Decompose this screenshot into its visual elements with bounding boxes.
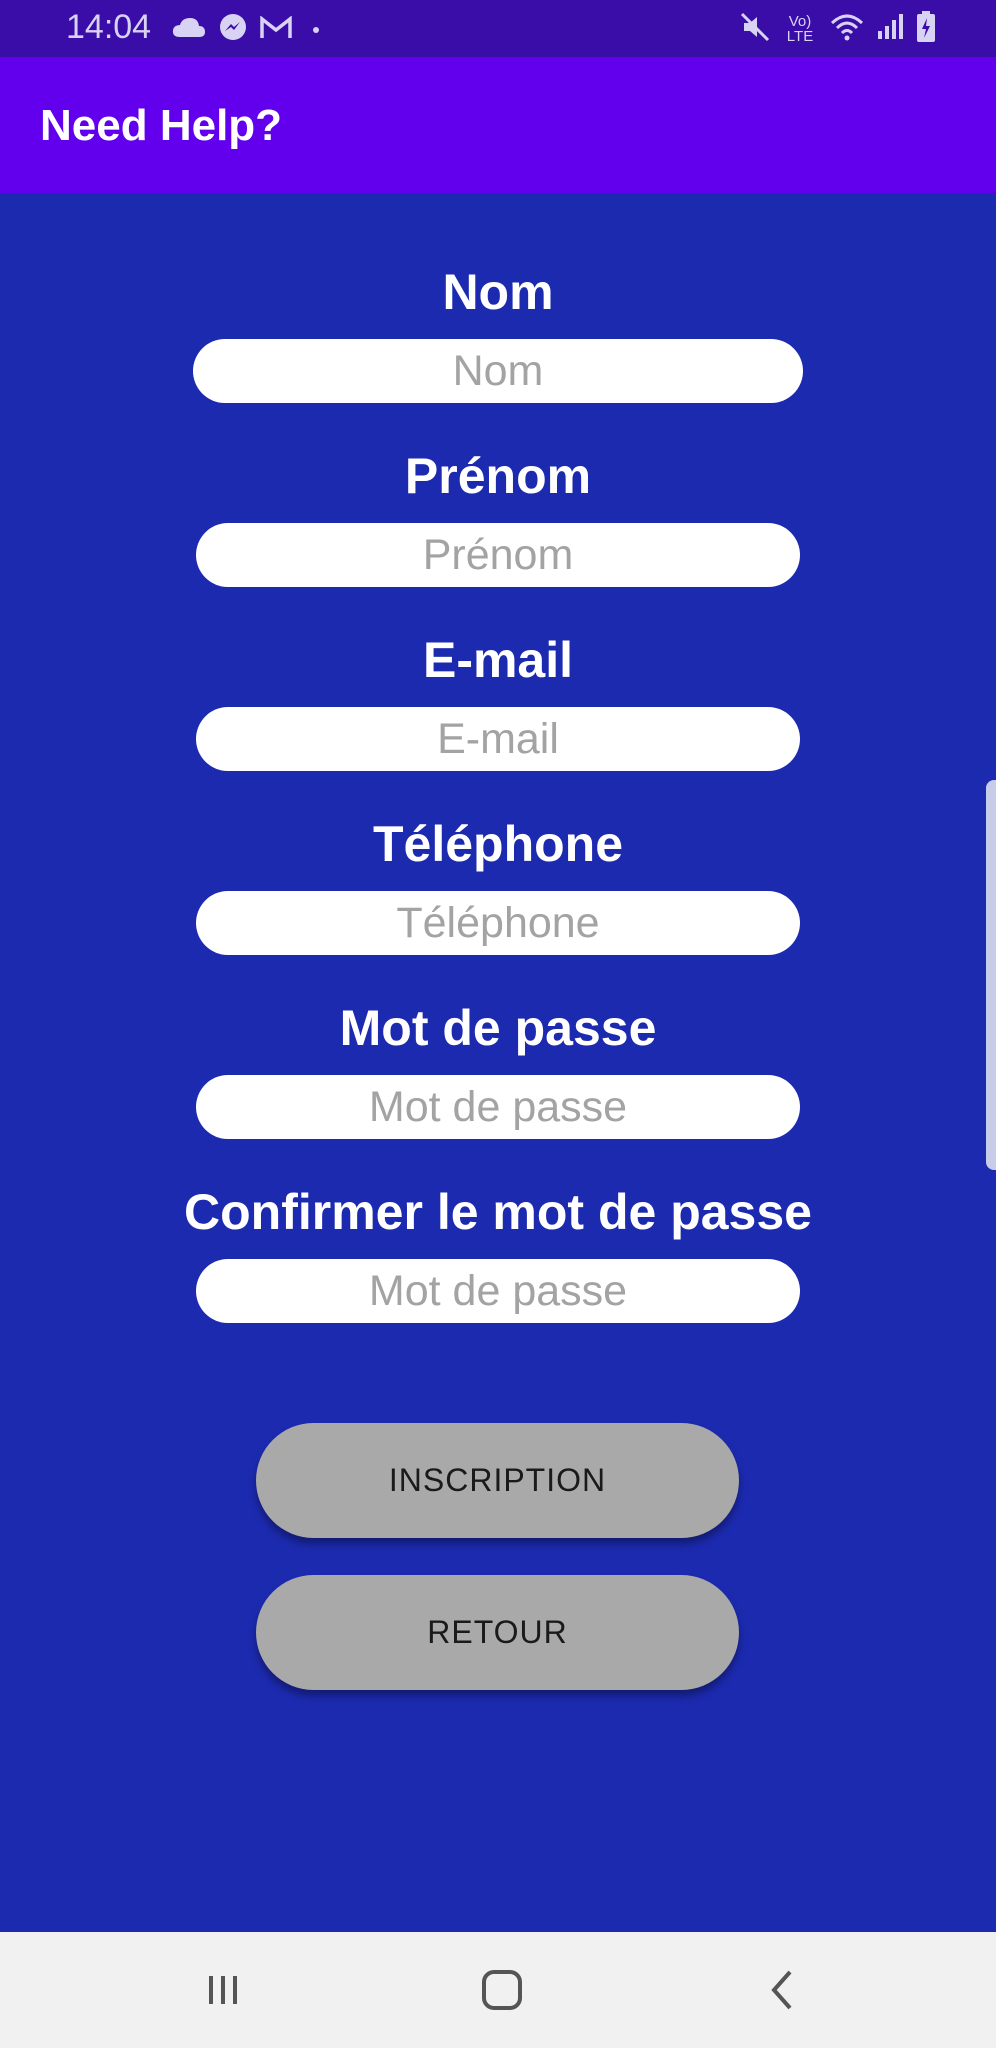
back-icon[interactable] <box>752 1960 812 2020</box>
app-title: Need Help? <box>40 101 283 150</box>
inscription-button[interactable]: INSCRIPTION <box>256 1423 739 1538</box>
retour-button[interactable]: RETOUR <box>256 1575 739 1690</box>
status-bar: 14:04 Vo) LTE <box>0 0 996 57</box>
prenom-label: Prénom <box>404 448 592 504</box>
cloud-icon <box>172 17 206 44</box>
email-label: E-mail <box>422 632 574 688</box>
app-bar: Need Help? <box>0 57 996 193</box>
recent-apps-icon[interactable] <box>193 1960 253 2020</box>
gmail-icon <box>260 14 292 45</box>
nom-label: Nom <box>442 264 554 320</box>
telephone-label: Téléphone <box>372 816 624 872</box>
status-time: 14:04 <box>66 8 152 46</box>
status-right-icons: Vo) LTE <box>740 10 936 48</box>
password-label: Mot de passe <box>339 1000 657 1056</box>
home-icon[interactable] <box>472 1960 532 2020</box>
prenom-input[interactable] <box>196 523 800 587</box>
signal-icon <box>876 13 904 46</box>
password-input[interactable] <box>196 1075 800 1139</box>
battery-icon <box>916 10 936 48</box>
scroll-handle[interactable] <box>986 780 996 1170</box>
status-left-icons <box>172 12 332 48</box>
dot-icon <box>312 21 320 39</box>
mute-icon <box>740 12 770 47</box>
telephone-input[interactable] <box>196 891 800 955</box>
wifi-icon <box>830 13 864 46</box>
navigation-bar <box>0 1932 996 2048</box>
messenger-icon <box>218 13 248 48</box>
nom-input[interactable] <box>193 339 803 403</box>
confirm-password-input[interactable] <box>196 1259 800 1323</box>
volte-icon: Vo) LTE <box>786 13 814 45</box>
confirm-password-label: Confirmer le mot de passe <box>184 1184 812 1240</box>
email-input[interactable] <box>196 707 800 771</box>
